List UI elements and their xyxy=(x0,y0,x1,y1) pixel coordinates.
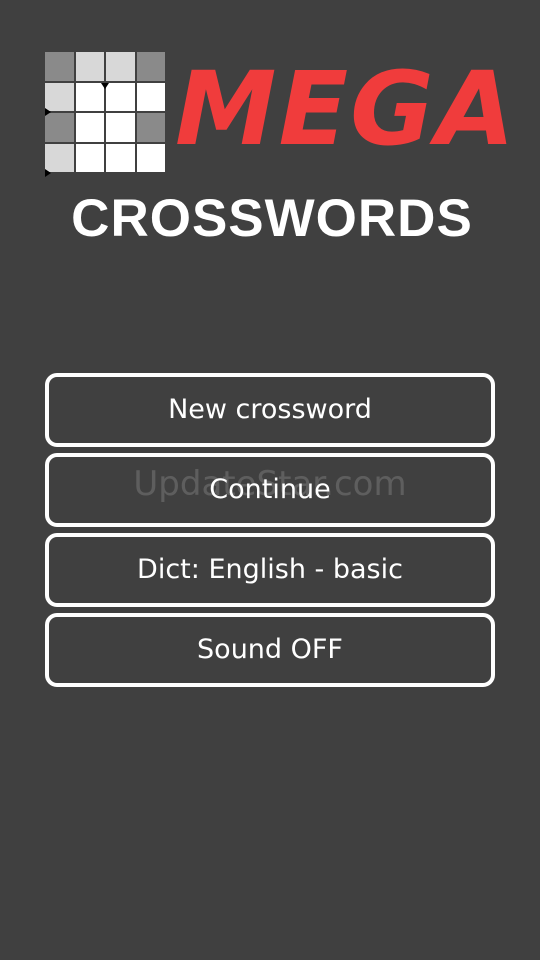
grid-cell xyxy=(136,143,165,172)
grid-cell xyxy=(75,113,104,142)
grid-cell xyxy=(75,143,104,172)
main-menu: New crossword Continue Dict: English - b… xyxy=(45,373,495,693)
grid-cell xyxy=(45,113,74,142)
grid-cell xyxy=(106,52,135,81)
grid-cell xyxy=(106,113,135,142)
logo-mega-title: MEGA xyxy=(175,50,517,169)
logo-crosswords-title: CROSSWORDS xyxy=(71,189,473,248)
grid-cell xyxy=(106,82,135,111)
grid-cell xyxy=(75,82,109,111)
app-logo: MEGA CROSSWORDS xyxy=(0,0,540,260)
grid-cell xyxy=(45,143,74,177)
grid-cell xyxy=(136,113,165,142)
sound-toggle-button[interactable]: Sound OFF xyxy=(45,613,495,687)
dictionary-button[interactable]: Dict: English - basic xyxy=(45,533,495,607)
continue-button[interactable]: Continue xyxy=(45,453,495,527)
grid-cell xyxy=(45,52,74,81)
crossword-grid-icon xyxy=(45,52,165,177)
grid-cell xyxy=(136,82,165,111)
grid-cell xyxy=(106,143,135,172)
grid-cell xyxy=(136,52,165,81)
grid-cell xyxy=(45,82,74,116)
new-crossword-button[interactable]: New crossword xyxy=(45,373,495,447)
grid-cell xyxy=(75,52,104,81)
